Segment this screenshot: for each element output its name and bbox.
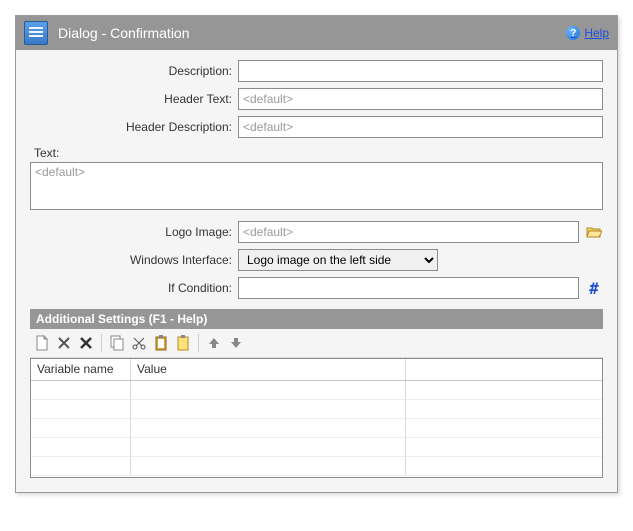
table-row[interactable] [31,457,602,476]
col-spare [406,359,602,380]
copy-icon [110,335,124,351]
help-icon: ? [566,26,580,40]
grid-header: Variable name Value [31,359,602,381]
label-text: Text: [30,144,603,162]
col-value[interactable]: Value [131,359,406,380]
label-windows-interface: Windows Interface: [30,253,238,267]
hash-icon: # [589,279,599,298]
clipboard-icon [154,335,168,351]
move-up-button[interactable] [204,333,224,353]
label-header-description: Header Description: [30,120,238,134]
windows-interface-select[interactable]: Logo image on the left side [238,249,438,271]
arrow-up-icon [208,337,220,349]
new-button[interactable] [32,333,52,353]
separator-icon [101,334,102,352]
description-input[interactable] [238,60,603,82]
paste-special-button[interactable] [173,333,193,353]
table-row[interactable] [31,419,602,438]
label-logo-image: Logo Image: [30,225,238,239]
form-body: Description: Header Text: Header Descrip… [16,50,617,492]
document-icon [24,21,48,45]
delete-all-button[interactable] [76,333,96,353]
separator-icon [198,334,199,352]
settings-grid[interactable]: Variable name Value [30,358,603,478]
dialog-panel: Dialog - Confirmation ? Help Description… [15,15,618,493]
x-bold-icon [80,337,92,349]
scissors-icon [132,336,146,350]
header-description-input[interactable] [238,116,603,138]
col-variable-name[interactable]: Variable name [31,359,131,380]
condition-picker-button[interactable]: # [585,279,603,298]
titlebar: Dialog - Confirmation ? Help [16,16,617,50]
cut-button[interactable] [129,333,149,353]
label-if-condition: If Condition: [30,281,238,295]
if-condition-input[interactable] [238,277,579,299]
x-icon [58,337,70,349]
table-row[interactable] [31,381,602,400]
delete-button[interactable] [54,333,74,353]
help-label: Help [584,26,609,40]
arrow-down-icon [230,337,242,349]
help-link[interactable]: ? Help [566,26,609,40]
paste-button[interactable] [151,333,171,353]
copy-button[interactable] [107,333,127,353]
clipboard-star-icon [176,335,190,351]
table-row[interactable] [31,438,602,457]
dialog-title: Dialog - Confirmation [58,25,566,41]
settings-toolbar [30,329,603,358]
label-header-text: Header Text: [30,92,238,106]
move-down-button[interactable] [226,333,246,353]
folder-open-icon [586,225,602,239]
logo-image-input[interactable] [238,221,579,243]
table-row[interactable] [31,400,602,419]
grid-body [31,381,602,477]
additional-settings-header: Additional Settings (F1 - Help) [30,309,603,329]
label-description: Description: [30,64,238,78]
text-textarea[interactable] [30,162,603,210]
new-file-icon [35,335,49,351]
header-text-input[interactable] [238,88,603,110]
browse-button[interactable] [585,225,603,239]
